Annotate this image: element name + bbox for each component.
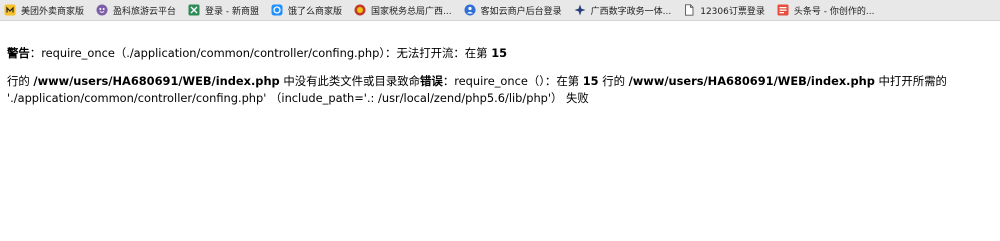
page-content: 警告：require_once（./application/common/con…: [7, 37, 995, 107]
bookmark-item[interactable]: 12306订票登录: [683, 0, 765, 20]
bookmark-item[interactable]: 饿了么商家版: [271, 0, 343, 20]
bookmark-label: 国家税务总局广西...: [371, 6, 452, 17]
tax-bureau-icon: [354, 4, 366, 16]
bookmark-label: 广西数字政务一体...: [590, 6, 672, 17]
bookmark-item[interactable]: 头条号 - 你创作的...: [777, 0, 875, 20]
warning-line-number: 15: [491, 46, 508, 60]
meituan-icon: [4, 4, 16, 16]
bookmark-item[interactable]: 客如云商户后台登录: [464, 0, 562, 20]
error-text-1: 行的: [7, 74, 34, 88]
warning-text: ：require_once（./application/common/contr…: [29, 46, 492, 60]
toutiao-icon: [777, 4, 789, 16]
error-message: 行的 /www/users/HA680691/WEB/index.php 中没有…: [7, 73, 995, 107]
error-text-4: 行的: [598, 74, 629, 88]
bookmark-item[interactable]: 登录 - 新商盟: [188, 0, 260, 20]
bookmarks-bar: 美团外卖商家版 盈科旅游云平台 登录 - 新商盟 饿了么商家版 国家税务总局广西... 客…: [0, 0, 1000, 21]
eleme-icon: [271, 4, 283, 16]
bookmark-label: 头条号 - 你创作的...: [793, 6, 875, 17]
error-path-2: /www/users/HA680691/WEB/index.php: [628, 74, 875, 88]
bookmark-item[interactable]: 广西数字政务一体...: [574, 0, 672, 20]
error-label: 错误: [420, 74, 443, 88]
error-path-1: /www/users/HA680691/WEB/index.php: [33, 74, 280, 88]
document-icon: [683, 4, 695, 16]
bookmark-item[interactable]: 国家税务总局广西...: [354, 0, 452, 20]
bookmark-label: 美团外卖商家版: [21, 6, 85, 17]
gxgov-icon: [574, 4, 586, 16]
warning-message: 警告：require_once（./application/common/con…: [7, 45, 995, 62]
warning-prefix: 警告: [7, 46, 30, 60]
error-line-number: 15: [582, 74, 599, 88]
bookmark-item[interactable]: 盈科旅游云平台: [96, 0, 177, 20]
xinshangmeng-icon: [188, 4, 200, 16]
error-text-3: ：require_once（）：在第: [442, 74, 583, 88]
bookmark-label: 饿了么商家版: [288, 6, 343, 17]
keruyun-icon: [464, 4, 476, 16]
bookmark-item[interactable]: 美团外卖商家版: [4, 0, 85, 20]
bookmark-label: 12306订票登录: [700, 6, 765, 17]
bookmark-label: 盈科旅游云平台: [113, 6, 177, 17]
bookmark-label: 登录 - 新商盟: [205, 6, 260, 17]
yingke-icon: [96, 4, 108, 16]
bookmark-label: 客如云商户后台登录: [480, 6, 562, 17]
error-text-2: 中没有此类文件或目录致命: [279, 74, 421, 88]
